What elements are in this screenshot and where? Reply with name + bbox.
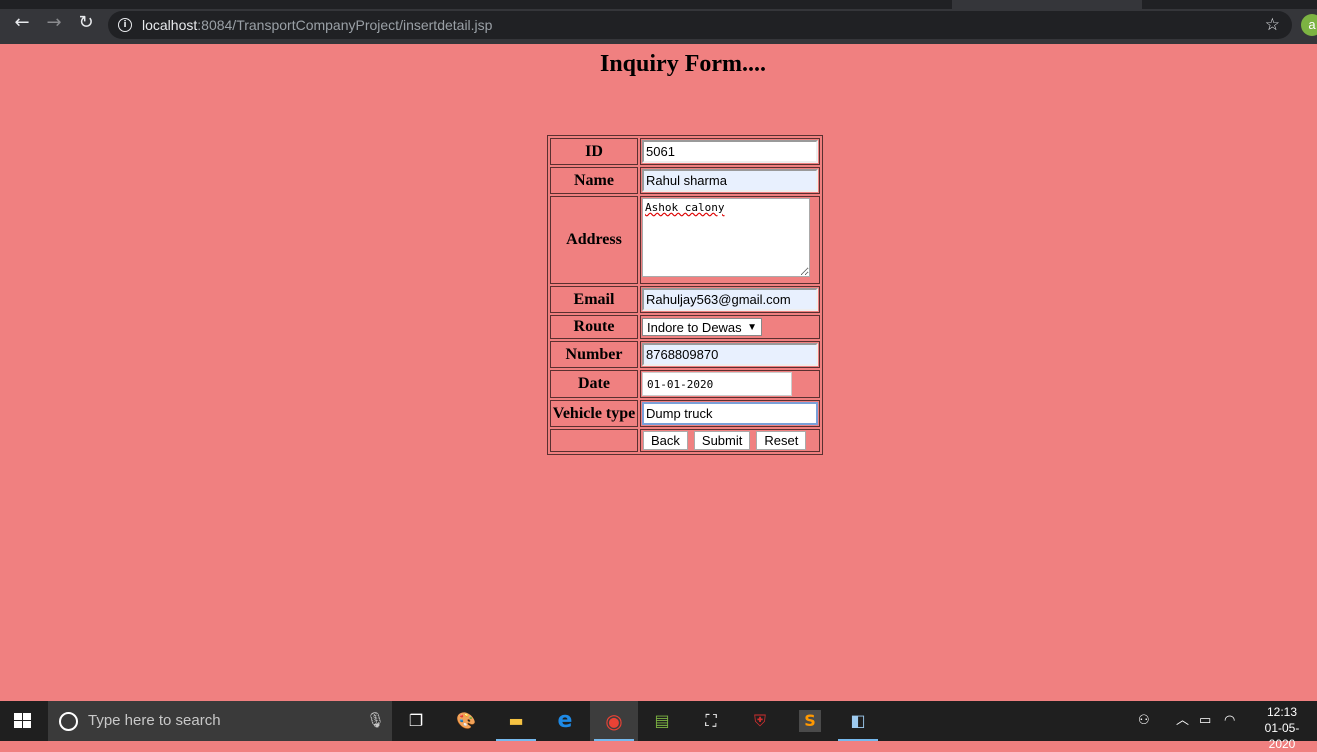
name-input[interactable] (642, 169, 818, 192)
paint-icon: 🎨 (456, 711, 476, 730)
submit-button[interactable]: Submit (693, 431, 751, 450)
id-cell (640, 138, 820, 165)
date-input[interactable] (642, 372, 792, 396)
sublime-button[interactable]: S (786, 701, 834, 741)
tab-strip (0, 0, 1317, 9)
back-icon[interactable]: ← (12, 13, 32, 33)
paint-app-button[interactable]: 🎨 (442, 701, 490, 741)
reload-icon[interactable]: ↻ (76, 13, 96, 33)
virtualbox-button[interactable]: ◧ (834, 701, 882, 741)
microphone-icon[interactable]: 🎙 (366, 711, 385, 729)
security-app-button[interactable]: ⛨ (736, 701, 784, 741)
active-tab[interactable] (952, 0, 1142, 9)
wifi-icon[interactable]: ◠ (1224, 701, 1235, 741)
form-row-vehicle: Vehicle type (550, 400, 820, 427)
vehicle-cell (640, 400, 820, 427)
sublime-icon: S (799, 710, 821, 732)
windows-start-icon[interactable] (14, 713, 32, 729)
email-label: Email (550, 286, 638, 313)
url-path: :8084/TransportCompanyProject/insertdeta… (197, 17, 493, 33)
search-placeholder: Type here to search (88, 712, 221, 729)
clock-date: 01-05-2020 (1264, 721, 1300, 751)
folder-icon: ▬ (508, 711, 524, 730)
form-row-route: Route Indore to Dewas ▼ (550, 315, 820, 339)
route-cell: Indore to Dewas ▼ (640, 315, 820, 339)
date-cell (640, 370, 820, 398)
address-label: Address (550, 196, 638, 284)
date-label: Date (550, 370, 638, 398)
chevron-down-icon: ▼ (747, 322, 757, 333)
route-selected-value: Indore to Dewas (647, 320, 742, 335)
edge-button[interactable]: e (541, 701, 589, 741)
form-row-id: ID (550, 138, 820, 165)
store-icon: ⛶ (705, 711, 717, 730)
shield-icon: ⛨ (753, 711, 766, 730)
task-view-icon: ❐ (408, 711, 424, 730)
star-icon[interactable]: ☆ (1265, 15, 1280, 35)
clock[interactable]: 12:13 01-05-2020 (1252, 704, 1312, 752)
route-label: Route (550, 315, 638, 339)
notepad-app-button[interactable]: ▤ (638, 701, 686, 741)
cube-icon: ◧ (850, 711, 866, 730)
chrome-icon: ◉ (605, 709, 623, 733)
url-text: localhost:8084/TransportCompanyProject/i… (142, 17, 492, 33)
store-button[interactable]: ⛶ (687, 701, 735, 741)
chevron-up-icon[interactable]: ︿ (1176, 701, 1189, 741)
vehicle-type-input[interactable] (642, 402, 818, 425)
address-bar[interactable]: i localhost:8084/TransportCompanyProject… (108, 11, 1292, 39)
vehicle-type-label: Vehicle type (550, 400, 638, 427)
buttons-cell: Back Submit Reset (640, 429, 820, 452)
reset-button[interactable]: Reset (756, 431, 807, 450)
chrome-button[interactable]: ◉ (590, 701, 638, 741)
form-row-name: Name (550, 167, 820, 194)
inquiry-form-table: ID Name Address Ashok calony Email Route… (547, 135, 823, 455)
back-button[interactable]: Back (643, 431, 688, 450)
forward-icon[interactable]: → (44, 13, 64, 33)
empty-cell (550, 429, 638, 452)
address-cell: Ashok calony (640, 196, 820, 284)
number-input[interactable] (642, 343, 818, 366)
url-host: localhost (142, 17, 198, 33)
people-icon[interactable]: ⚇ (1138, 701, 1150, 741)
task-view-button[interactable]: ❐ (392, 701, 440, 741)
form-row-email: Email (550, 286, 820, 313)
number-label: Number (550, 341, 638, 368)
email-cell (640, 286, 820, 313)
clock-time: 12:13 (1266, 705, 1298, 719)
name-cell (640, 167, 820, 194)
taskbar-search-box[interactable]: Type here to search 🎙 (48, 701, 392, 741)
form-row-address: Address Ashok calony (550, 196, 820, 284)
battery-icon[interactable]: ▭ (1199, 701, 1211, 741)
profile-avatar[interactable]: a (1301, 14, 1317, 36)
form-row-date: Date (550, 370, 820, 398)
file-explorer-button[interactable]: ▬ (492, 701, 540, 741)
browser-toolbar: ← → ↻ i localhost:8084/TransportCompanyP… (0, 0, 1317, 44)
id-input[interactable] (642, 140, 818, 163)
email-input[interactable] (642, 288, 818, 311)
id-label: ID (550, 138, 638, 165)
form-row-number: Number (550, 341, 820, 368)
edge-icon: e (557, 708, 573, 733)
page-title: Inquiry Form.... (599, 51, 766, 77)
form-row-buttons: Back Submit Reset (550, 429, 820, 452)
name-label: Name (550, 167, 638, 194)
address-textarea[interactable]: Ashok calony (642, 198, 810, 277)
cortana-icon[interactable] (59, 712, 78, 731)
route-select[interactable]: Indore to Dewas ▼ (642, 318, 762, 336)
notepad-icon: ▤ (654, 711, 670, 730)
number-cell (640, 341, 820, 368)
info-icon[interactable]: i (118, 18, 132, 32)
taskbar: Type here to search 🎙 ❐ 🎨 ▬ e ◉ ▤ ⛶ ⛨ S … (0, 701, 1317, 751)
